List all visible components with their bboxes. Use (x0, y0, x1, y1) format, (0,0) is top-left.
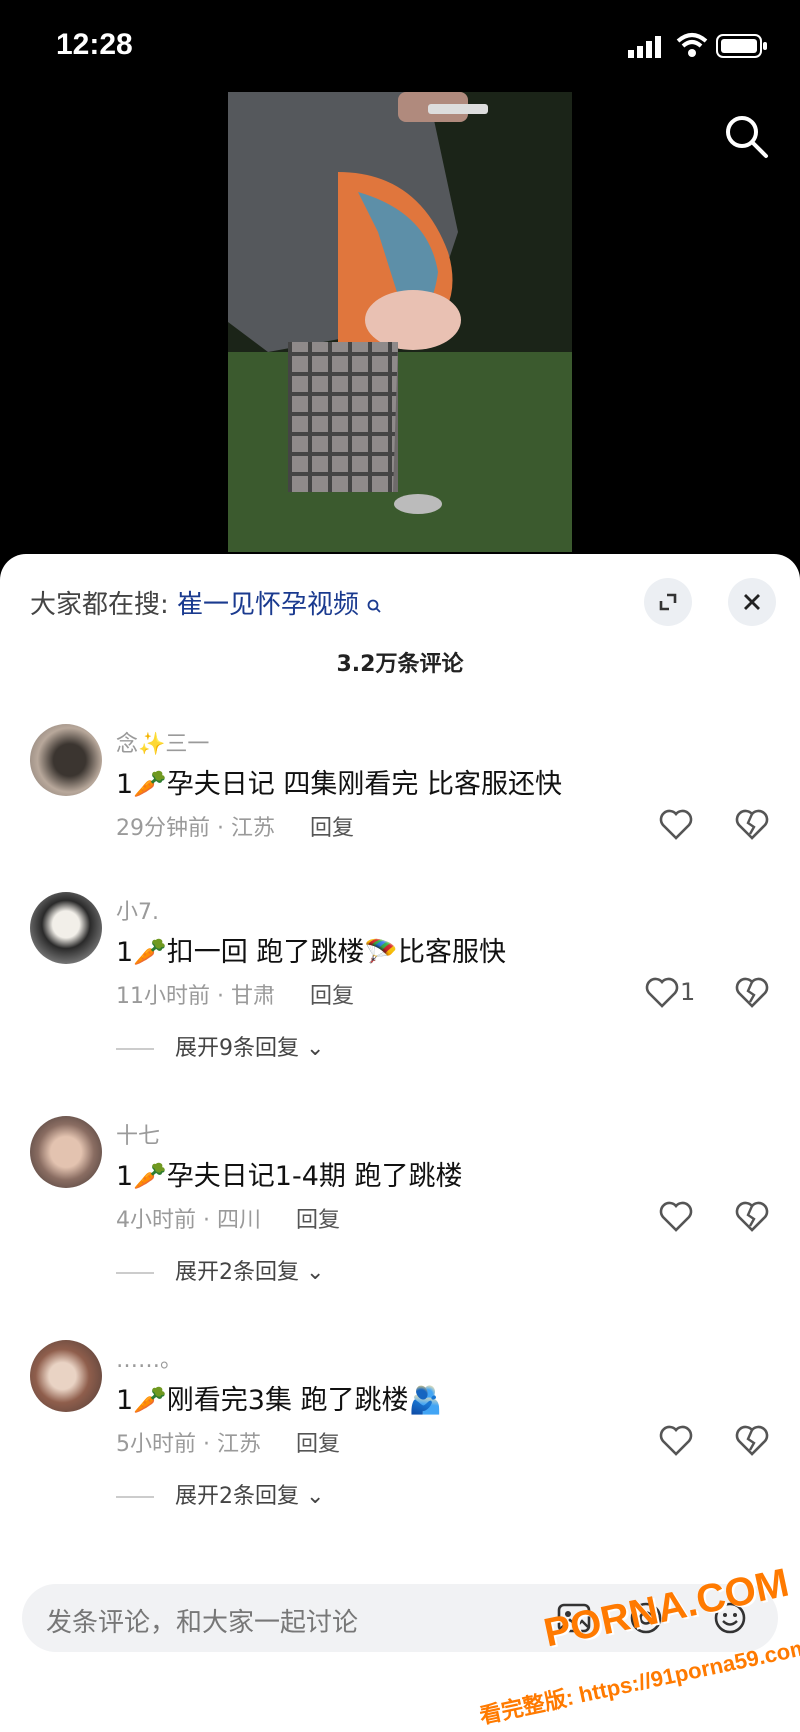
avatar[interactable] (30, 1340, 102, 1412)
video-frame-image (228, 92, 572, 552)
comment-count: 3.2万条评论 (336, 652, 464, 677)
battery-icon (716, 34, 767, 58)
comment-username[interactable]: 念✨三一 (116, 726, 209, 758)
expand-button[interactable] (644, 578, 692, 626)
chevron-down-icon: ⌄ (306, 1036, 325, 1061)
comment-time-location: 11小时前 · 甘肃 (116, 984, 275, 1009)
comment-username[interactable]: 小7. (116, 894, 159, 926)
reply-button[interactable]: 回复 (296, 1432, 340, 1457)
comment-time-location: 5小时前 · 江苏 (116, 1432, 261, 1457)
expand-replies-label: 展开2条回复 (175, 1484, 299, 1509)
reply-button[interactable]: 回复 (310, 816, 354, 841)
comment-username[interactable]: ……。 (116, 1342, 182, 1374)
watermark: PORNA.COM 看完整版: https://91porna59.com (470, 1561, 800, 1732)
wifi-icon (676, 33, 708, 57)
comment-meta: 11小时前 · 甘肃 回复 (116, 978, 354, 1010)
close-button[interactable] (728, 578, 776, 626)
heart-icon[interactable] (656, 1420, 696, 1460)
like-count: 1 (680, 978, 696, 1006)
comment-meta: 4小时前 · 四川 回复 (116, 1202, 340, 1234)
chevron-down-icon: ⌄ (306, 1484, 325, 1509)
heart-icon[interactable] (656, 1196, 696, 1236)
broken-heart-icon[interactable] (732, 1420, 772, 1460)
search-icon[interactable] (722, 112, 770, 160)
chevron-down-icon: ⌄ (306, 1260, 325, 1285)
comment-sheet: 大家都在搜: 崔一见怀孕视频 3.2万条评论 念✨三一 1🥕孕夫日记 四集刚看完… (0, 554, 800, 1732)
comment-text: 1🥕刚看完3集 跑了跳楼🫂 (116, 1385, 443, 1416)
comment-username[interactable]: 十七 (116, 1118, 160, 1150)
reply-button[interactable]: 回复 (296, 1208, 340, 1233)
expand-icon (659, 593, 677, 611)
divider (116, 1048, 154, 1050)
expand-replies-button[interactable]: 展开9条回复 ⌄ (116, 1030, 324, 1062)
close-icon (744, 594, 760, 610)
heart-icon[interactable] (642, 972, 682, 1012)
reply-button[interactable]: 回复 (310, 984, 354, 1009)
avatar[interactable] (30, 724, 102, 796)
comment-text: 1🥕孕夫日记1-4期 跑了跳楼 (116, 1161, 463, 1192)
comment-text: 1🥕孕夫日记 四集刚看完 比客服还快 (116, 769, 562, 800)
trending-search[interactable]: 大家都在搜: 崔一见怀孕视频 (30, 584, 381, 621)
expand-replies-button[interactable]: 展开2条回复 ⌄ (116, 1254, 324, 1286)
trending-search-term[interactable]: 崔一见怀孕视频 (177, 590, 359, 620)
expand-replies-label: 展开2条回复 (175, 1260, 299, 1285)
broken-heart-icon[interactable] (732, 1196, 772, 1236)
comment-input[interactable]: 发条评论，和大家一起讨论 (46, 1602, 358, 1639)
heart-icon[interactable] (656, 804, 696, 844)
signal-icon (628, 36, 661, 58)
comment-time-location: 29分钟前 · 江苏 (116, 816, 275, 841)
trending-search-prefix: 大家都在搜: (30, 590, 169, 620)
video-player[interactable] (228, 92, 572, 552)
search-small-icon (367, 599, 381, 613)
avatar[interactable] (30, 892, 102, 964)
comment-text: 1🥕扣一回 跑了跳楼🪂比客服快 (116, 937, 506, 968)
avatar[interactable] (30, 1116, 102, 1188)
watermark-url: 看完整版: https://91porna59.com (477, 1634, 800, 1729)
status-time: 12:28 (56, 28, 133, 61)
comment-meta: 5小时前 · 江苏 回复 (116, 1426, 340, 1458)
divider (116, 1496, 154, 1498)
broken-heart-icon[interactable] (732, 972, 772, 1012)
divider (116, 1272, 154, 1274)
comment-meta: 29分钟前 · 江苏 回复 (116, 810, 354, 842)
expand-replies-label: 展开9条回复 (175, 1036, 299, 1061)
expand-replies-button[interactable]: 展开2条回复 ⌄ (116, 1478, 324, 1510)
broken-heart-icon[interactable] (732, 804, 772, 844)
status-bar: 12:28 (0, 0, 800, 92)
comment-time-location: 4小时前 · 四川 (116, 1208, 261, 1233)
